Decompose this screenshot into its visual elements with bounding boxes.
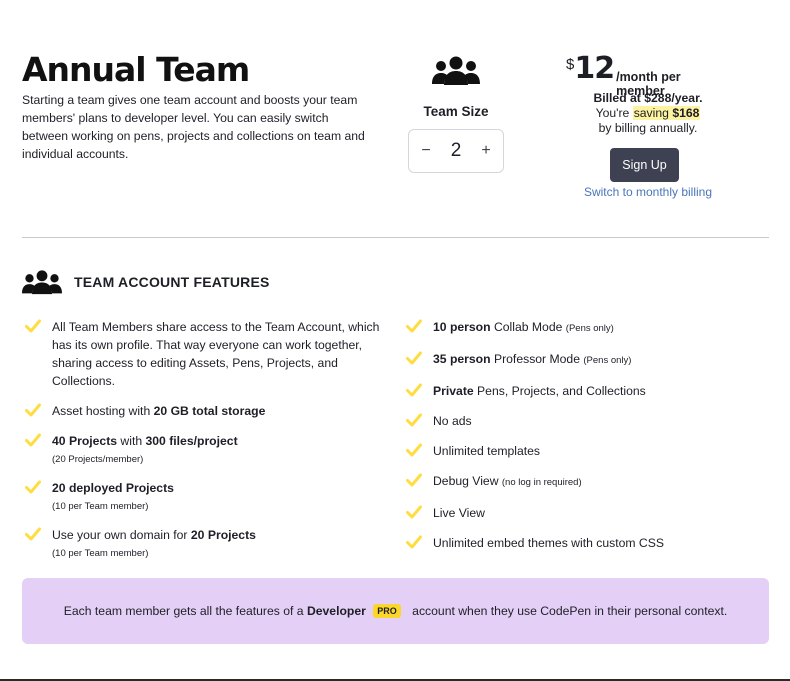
feature-note: (Pens only) [583, 355, 632, 366]
saving-text: You're saving $168 [566, 106, 730, 120]
feature-bold: 20 GB total storage [153, 404, 266, 418]
checkmark-icon [406, 319, 422, 333]
feature-item: Debug View (no log in required) [403, 472, 773, 492]
features-right-column: 10 person Collab Mode (Pens only) 35 per… [403, 318, 773, 552]
feature-text: No ads [433, 414, 472, 428]
feature-bold: 10 person [433, 320, 491, 334]
feature-item: 40 Projects with 300 files/project (20 P… [22, 432, 392, 467]
feature-item: 20 deployed Projects (10 per Team member… [22, 479, 392, 514]
checkmark-icon [406, 351, 422, 365]
feature-item: All Team Members share access to the Tea… [22, 318, 392, 390]
feature-subtext: (10 per Team member) [52, 501, 149, 512]
checkmark-icon [406, 413, 422, 427]
plan-title: Annual Team [22, 50, 250, 89]
saving-prefix: You're [595, 106, 630, 120]
feature-item: Private Pens, Projects, and Collections [403, 382, 773, 400]
by-billing-text: by billing annually. [598, 121, 698, 135]
feature-subtext: (20 Projects/member) [52, 454, 144, 465]
feature-note: (no log in required) [501, 477, 582, 488]
feature-item: Live View [403, 504, 773, 522]
saving-highlight: saving $168 [632, 106, 701, 120]
feature-subtext: (10 per Team member) [52, 548, 149, 559]
feature-item: 10 person Collab Mode (Pens only) [403, 318, 773, 338]
feature-text: Live View [433, 506, 485, 520]
feature-text: Unlimited templates [433, 444, 541, 458]
feature-text: Use your own domain for [52, 528, 191, 542]
feature-item: 35 person Professor Mode (Pens only) [403, 350, 773, 370]
feature-text: Asset hosting with [52, 404, 154, 418]
team-icon [22, 270, 62, 295]
feature-bold: 20 Projects [190, 528, 256, 542]
feature-item: Asset hosting with 20 GB total storage [22, 402, 392, 420]
feature-text: All Team Members share access to the Tea… [52, 320, 380, 388]
saving-word: saving [633, 106, 669, 120]
billed-text: Billed at $288/year. [593, 91, 703, 105]
divider [22, 237, 769, 238]
feature-text: Professor Mode [490, 352, 584, 366]
features-left-column: All Team Members share access to the Tea… [22, 318, 392, 561]
feature-bold: 35 person [433, 352, 491, 366]
feature-item: No ads [403, 412, 773, 430]
developer-pro-banner: Each team member gets all the features o… [22, 578, 769, 644]
checkmark-icon [406, 505, 422, 519]
feature-bold: 300 files/project [145, 434, 238, 448]
banner-developer: Developer [306, 604, 366, 618]
feature-note: (Pens only) [565, 323, 614, 334]
price-amount: 12 [574, 51, 615, 86]
checkmark-icon [25, 527, 41, 541]
decrement-button[interactable]: − [417, 142, 435, 160]
feature-text: Collab Mode [490, 320, 566, 334]
feature-item: Use your own domain for 20 Projects (10 … [22, 526, 392, 561]
feature-bold: 40 Projects [52, 434, 118, 448]
checkmark-icon [25, 403, 41, 417]
team-size-value[interactable]: 2 [451, 140, 462, 162]
team-size-stepper: − 2 + [408, 129, 504, 173]
banner-text-post: account when they use CodePen in their p… [408, 604, 728, 618]
team-icon [432, 56, 480, 85]
feature-text: Pens, Projects, and Collections [473, 384, 646, 398]
plan-description: Starting a team gives one team account a… [22, 93, 365, 161]
checkmark-icon [406, 383, 422, 397]
checkmark-icon [25, 433, 41, 447]
feature-text: Unlimited embed themes with custom CSS [433, 536, 664, 550]
team-size-label: Team Size [423, 104, 489, 119]
feature-text: Debug View [433, 474, 502, 488]
feature-text: with [117, 434, 146, 448]
features-heading: TEAM ACCOUNT FEATURES [74, 274, 270, 290]
sign-up-button[interactable]: Sign Up [610, 148, 679, 182]
saving-amount: $168 [672, 106, 700, 120]
checkmark-icon [406, 443, 422, 457]
checkmark-icon [406, 535, 422, 549]
price-currency: $ [566, 56, 575, 73]
feature-item: Unlimited templates [403, 442, 773, 460]
feature-bold: 20 deployed Projects [52, 481, 174, 495]
checkmark-icon [25, 480, 41, 494]
checkmark-icon [406, 473, 422, 487]
pro-badge: PRO [373, 604, 401, 618]
feature-bold: Private [433, 384, 474, 398]
feature-item: Unlimited embed themes with custom CSS [403, 534, 773, 552]
banner-text-pre: Each team member gets all the features o… [63, 604, 307, 618]
checkmark-icon [25, 319, 41, 333]
increment-button[interactable]: + [477, 142, 495, 160]
switch-monthly-link[interactable]: Switch to monthly billing [566, 185, 730, 199]
